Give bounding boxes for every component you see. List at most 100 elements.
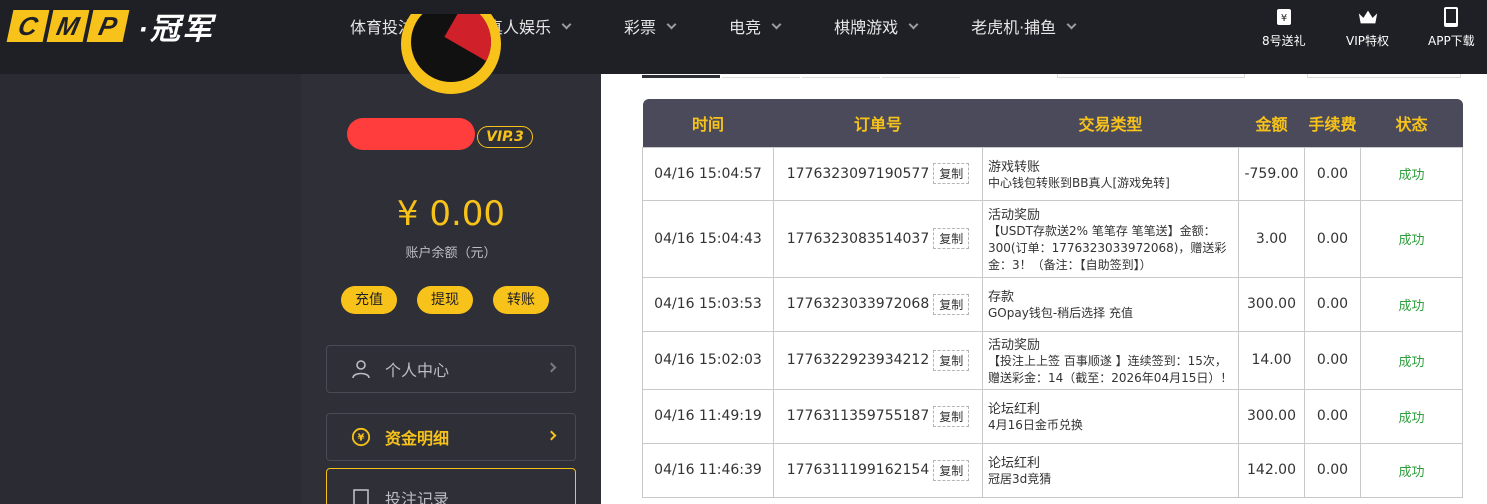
cell-fee: 0.00 [1304, 330, 1361, 390]
cell-time: 04/16 11:46:39 [642, 442, 774, 498]
site-logo[interactable]: C M P ·冠军 [6, 8, 214, 46]
cell-amount: 300.00 [1238, 388, 1305, 444]
type-title: 活动奖励 [988, 207, 1041, 223]
avatar[interactable] [401, 14, 501, 102]
status-text: 成功 [1398, 233, 1425, 248]
copy-button[interactable]: 复制 [933, 293, 970, 315]
withdraw-button[interactable]: 提现 [417, 286, 473, 314]
cell-order: 1776311199162154 复制 [773, 442, 983, 498]
user-icon [351, 359, 371, 379]
type-title: 论坛红利 [988, 402, 1041, 417]
type-filter-select[interactable] [1307, 74, 1461, 78]
nav-item-lottery[interactable]: 彩票 [624, 14, 677, 38]
sidebar-item-fund-details[interactable]: ¥ 资金明细 [326, 413, 576, 461]
nav-label: 电竞 [729, 18, 762, 37]
cell-type: 论坛红利 冠居3d竞猜 [982, 442, 1239, 498]
transfer-button[interactable]: 转账 [493, 286, 549, 314]
tab-3[interactable] [802, 74, 880, 78]
cell-status: 成功 [1360, 146, 1463, 201]
logo-letters: C M P [6, 10, 130, 42]
cell-time: 04/16 15:03:53 [642, 276, 774, 332]
util-label: APP下载 [1428, 34, 1475, 48]
column-header-type: 交易类型 [1078, 114, 1143, 134]
logo-letter-c: C [6, 10, 50, 42]
status-text: 成功 [1398, 298, 1425, 314]
util-vip[interactable]: VIP特权 [1346, 6, 1389, 49]
phone-icon [1440, 6, 1462, 28]
nav-item-esports[interactable]: 电竞 [729, 14, 782, 38]
util-app[interactable]: APP下载 [1428, 6, 1475, 49]
cell-status: 成功 [1360, 199, 1463, 278]
cell-status: 成功 [1360, 330, 1463, 390]
table-header-row: 时间 订单号 交易类型 金额 手续费 状态 [642, 99, 1463, 147]
chevron-down-icon [771, 19, 782, 29]
status-text: 成功 [1398, 464, 1425, 480]
sidebar-item-label: 资金明细 [385, 429, 450, 448]
cell-type: 游戏转账 中心钱包转账到BB真人[游戏免转] [982, 146, 1239, 201]
chevron-down-icon [1066, 19, 1077, 29]
nav-item-card-games[interactable]: 棋牌游戏 [834, 14, 919, 38]
chevron-right-icon [546, 362, 557, 373]
ticket-icon: ¥ [1273, 6, 1295, 28]
type-title: 存款 [988, 290, 1015, 305]
type-desc: GOpay钱包-稍后选择 充值 [988, 306, 1133, 320]
cell-order: 1776323083514037 复制 [773, 199, 983, 278]
copy-button[interactable]: 复制 [933, 349, 970, 371]
avatar-red-shape [444, 14, 491, 62]
type-desc: 【投注上上签 百事顺遂 】连续签到：15次，赠送彩金：14（截至：2026年04… [988, 353, 1233, 385]
balance-amount: ¥ 0.00 [396, 194, 506, 234]
cell-amount: 3.00 [1238, 199, 1305, 278]
sidebar-item-profile[interactable]: 个人中心 [326, 345, 576, 393]
status-text: 成功 [1398, 168, 1425, 183]
copy-button[interactable]: 复制 [933, 163, 970, 184]
sidebar-item-label: 投注记录 [385, 490, 450, 504]
document-icon [351, 488, 371, 504]
cell-order: 1776323033972068 复制 [773, 276, 983, 332]
balance-label: 账户余额（元） [405, 246, 497, 261]
table-row: 04/16 15:04:43 1776323083514037 复制 活动奖励 【U… [642, 199, 1463, 278]
cell-amount: 14.00 [1238, 330, 1305, 390]
deposit-button[interactable]: 充值 [341, 286, 397, 314]
type-desc: 中心钱包转账到BB真人[游戏免转] [988, 175, 1170, 190]
util-label: 8号送礼 [1262, 34, 1306, 48]
table-row: 04/16 15:04:57 1776323097190577 复制 游戏转账 中心… [642, 146, 1463, 201]
cell-order: 1776311359755187 复制 [773, 388, 983, 444]
username-redacted [347, 118, 475, 150]
copy-button[interactable]: 复制 [933, 228, 970, 249]
tab-1[interactable] [642, 74, 720, 78]
date-filter-input[interactable] [1057, 74, 1245, 78]
sidebar-item-bet-records[interactable]: 投注记录 [326, 468, 576, 504]
cell-amount: 300.00 [1238, 276, 1305, 332]
vip-badge[interactable]: VIP.3 [477, 126, 533, 148]
chevron-down-icon [666, 19, 677, 29]
column-header-time: 时间 [691, 114, 724, 134]
type-desc: 4月16日金币兑换 [988, 418, 1083, 432]
util-gift[interactable]: ¥ 8号送礼 [1262, 6, 1306, 49]
table-row: 04/16 11:46:39 1776311199162154 复制 论坛红利 冠居… [642, 442, 1463, 498]
type-title: 论坛红利 [988, 456, 1041, 471]
crown-icon [1357, 6, 1379, 28]
order-number: 1776323033972068 [786, 296, 930, 312]
nav-item-slots-fishing[interactable]: 老虎机·捕鱼 [971, 14, 1077, 38]
transactions-table: 时间 订单号 交易类型 金额 手续费 状态 04/16 15:04:57 177… [642, 99, 1463, 498]
tab-2[interactable] [722, 74, 800, 78]
cell-status: 成功 [1360, 388, 1463, 444]
column-header-order: 订单号 [853, 114, 902, 134]
chevron-right-icon [546, 430, 557, 441]
transactions-panel: 时间 订单号 交易类型 金额 手续费 状态 04/16 15:04:57 177… [601, 74, 1487, 504]
tab-4[interactable] [882, 74, 960, 78]
order-number: 1776322923934212 [786, 352, 930, 368]
cell-time: 04/16 15:04:43 [642, 199, 774, 278]
nav-label: 彩票 [624, 18, 657, 37]
nav-label: 老虎机·捕鱼 [971, 18, 1057, 37]
cell-type: 活动奖励 【投注上上签 百事顺遂 】连续签到：15次，赠送彩金：14（截至：202… [982, 330, 1239, 390]
cell-order: 1776323097190577 复制 [773, 146, 983, 201]
nav-label: 棋牌游戏 [834, 18, 899, 37]
copy-button[interactable]: 复制 [933, 405, 970, 427]
yen-coin-icon: ¥ [351, 427, 371, 447]
copy-button[interactable]: 复制 [933, 459, 970, 481]
cell-order: 1776322923934212 复制 [773, 330, 983, 390]
cell-fee: 0.00 [1304, 199, 1361, 278]
type-title: 活动奖励 [988, 337, 1041, 353]
cell-fee: 0.00 [1304, 442, 1361, 498]
